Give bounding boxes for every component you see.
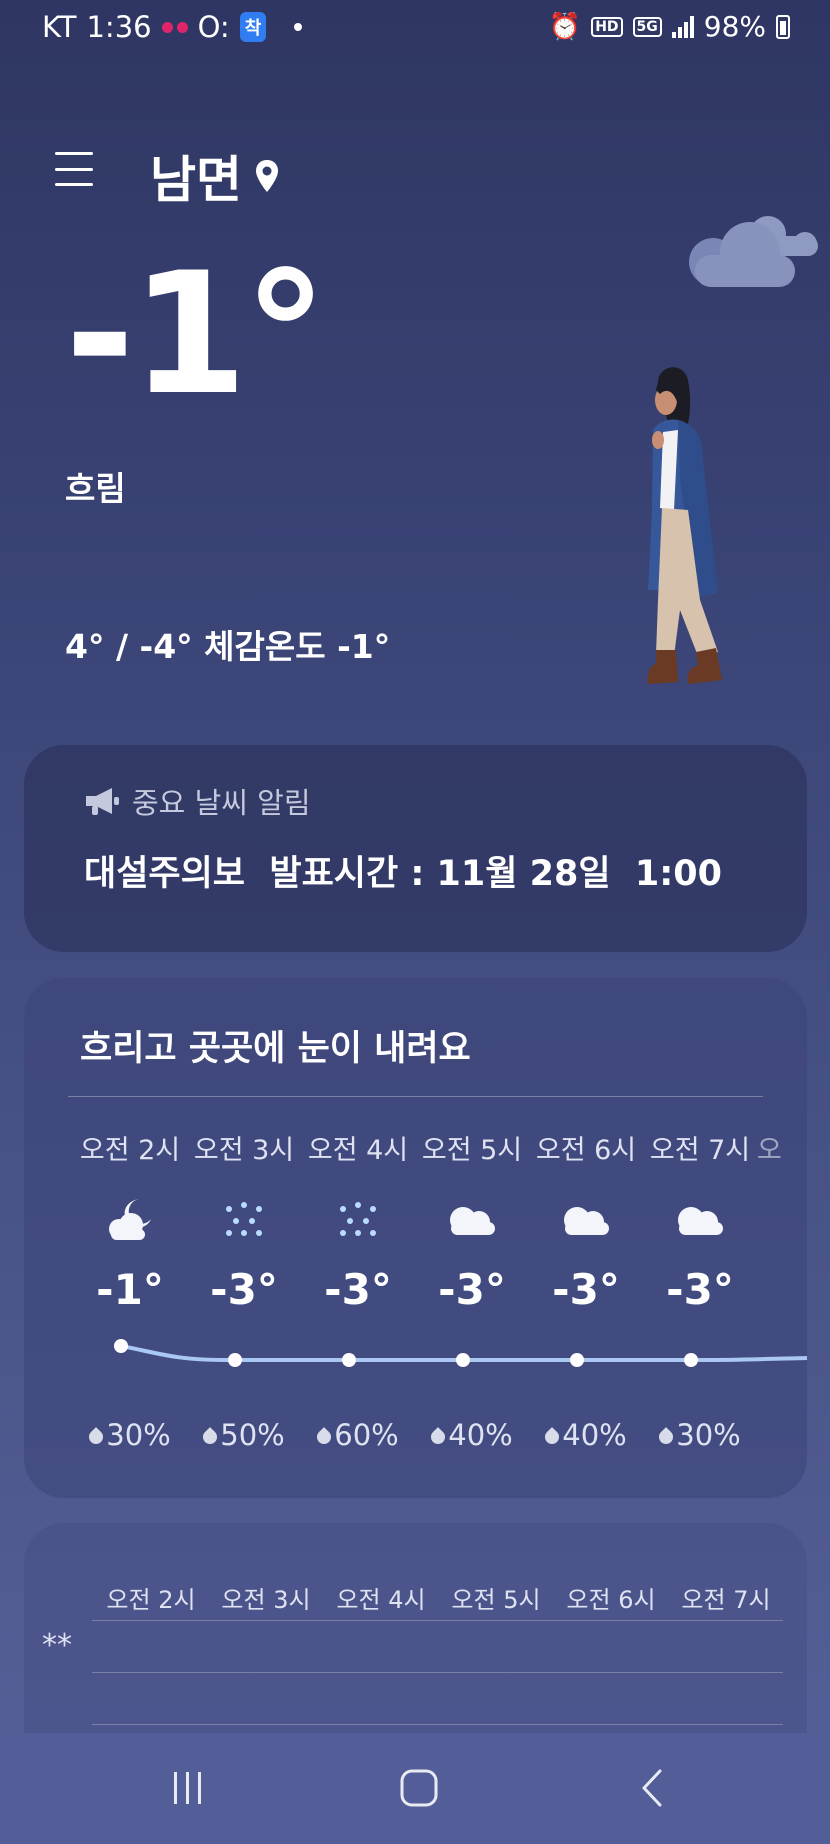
alert-heading: 중요 날씨 알림	[132, 786, 311, 820]
hour-time: 오전 7시	[649, 1135, 751, 1166]
location-title[interactable]: 남면	[150, 140, 280, 212]
precip-value: 40%	[562, 1418, 627, 1452]
chart-gridline	[92, 1620, 783, 1621]
precip-hour-label: 오전 4시	[336, 1586, 426, 1614]
talk-notification-icon: 착	[239, 12, 267, 42]
precip-chance: 40%	[529, 1418, 643, 1452]
precip-chance: 30%	[73, 1418, 187, 1452]
precip-value: 40%	[448, 1418, 513, 1452]
hour-time: 오전 4시	[307, 1135, 409, 1166]
signal-icon	[671, 15, 694, 38]
cloud-icon	[415, 1193, 529, 1245]
temp-point	[342, 1353, 356, 1367]
chart-gridline	[92, 1672, 783, 1673]
hour-time: 오전 2시	[79, 1135, 181, 1166]
hamburger-menu-icon[interactable]	[55, 152, 93, 186]
hour-time-partial: 오	[757, 1135, 782, 1166]
precip-hour-label: 오전 7시	[681, 1586, 771, 1614]
raindrop-icon	[428, 1427, 449, 1447]
weather-alert-card[interactable]: 중요 날씨 알림 대설주의보 발표시간 : 11월 28일 1:00	[24, 745, 807, 952]
status-left: KT 1:36 O: 착	[42, 10, 303, 44]
battery-percent: 98%	[703, 10, 766, 43]
hour-column: 오전 5시 -3°	[415, 1128, 529, 1314]
hour-column-partial: 오	[757, 1128, 807, 1167]
hour-temp: -3°	[666, 1265, 734, 1314]
hour-temp: -3°	[552, 1265, 620, 1314]
more-notifications-dot-icon	[294, 23, 303, 31]
megaphone-icon	[86, 788, 119, 815]
precip-chance: 30%	[643, 1418, 757, 1452]
temp-point	[228, 1353, 242, 1367]
hour-column: 오전 3시 -3°	[187, 1128, 301, 1314]
raindrop-icon	[656, 1427, 677, 1447]
carrier-label: KT	[42, 10, 77, 44]
hour-column: 오전 4시 -3°	[301, 1128, 415, 1314]
precip-value: 50%	[220, 1418, 285, 1452]
status-bar: KT 1:36 O: 착 ⏰ HD 5G 98%	[0, 0, 830, 60]
raindrop-icon	[314, 1427, 335, 1447]
hour-time: 오전 6시	[535, 1135, 637, 1166]
precip-chance: 60%	[301, 1418, 415, 1452]
person-in-coat-illustration	[611, 367, 775, 693]
alert-text: 대설주의보 발표시간 : 11월 28일 1:00	[84, 854, 722, 894]
temp-point	[456, 1353, 470, 1367]
temp-point	[684, 1353, 698, 1367]
hourly-forecast-card[interactable]: 흐리고 곳곳에 눈이 내려요 오전 2시 -1° 오전 3시 -3° 오전 4시	[24, 978, 807, 1498]
precip-value: 30%	[106, 1418, 171, 1452]
clock: 1:36	[86, 10, 152, 44]
raindrop-icon	[542, 1427, 563, 1447]
temp-point	[570, 1353, 584, 1367]
raindrop-icon	[200, 1427, 221, 1447]
location-pin-icon	[256, 160, 278, 192]
precip-chance: 40%	[415, 1418, 529, 1452]
precip-chance: 50%	[187, 1418, 301, 1452]
hour-temp: -3°	[210, 1265, 278, 1314]
cloud-icon	[643, 1193, 757, 1245]
hour-time: 오전 3시	[193, 1135, 295, 1166]
cloud-icon	[529, 1193, 643, 1245]
hour-column: 오전 6시 -3°	[529, 1128, 643, 1314]
divider	[68, 1096, 763, 1097]
temp-point	[114, 1339, 128, 1353]
back-icon[interactable]	[623, 1763, 683, 1813]
hour-time: 오전 5시	[421, 1135, 523, 1166]
snow-icon	[187, 1193, 301, 1245]
hour-temp: -3°	[438, 1265, 506, 1314]
o-notification-icon: O:	[197, 10, 230, 44]
precip-value: 60%	[334, 1418, 399, 1452]
chart-gridline	[92, 1724, 783, 1725]
precip-value: 30%	[676, 1418, 741, 1452]
hi-lo-feels-like: 4° / -4° 체감온도 -1°	[65, 627, 391, 666]
battery-icon	[776, 14, 790, 39]
current-temperature: -1°	[65, 236, 328, 432]
precip-hour-label: 오전 6시	[566, 1586, 656, 1614]
raindrop-icon	[86, 1427, 107, 1447]
snow-amount-icon: **	[42, 1628, 72, 1663]
status-right: ⏰ HD 5G 98%	[549, 10, 790, 43]
temperature-graph	[114, 1339, 807, 1367]
alarm-icon: ⏰	[548, 11, 582, 42]
cloud-illustration-icon	[689, 216, 818, 287]
location-name: 남면	[150, 151, 242, 209]
hd-voice-icon: HD	[591, 16, 623, 37]
snow-icon	[301, 1193, 415, 1245]
forecast-summary: 흐리고 곳곳에 눈이 내려요	[80, 1029, 471, 1069]
system-navigation-bar	[0, 1733, 830, 1844]
alert-heading-row: 중요 날씨 알림	[84, 780, 311, 822]
precip-hour-label: 오전 3시	[221, 1586, 311, 1614]
recent-apps-icon[interactable]	[158, 1763, 218, 1813]
moon-cloud-icon	[73, 1193, 187, 1245]
hour-column: 오전 2시 -1°	[73, 1128, 187, 1314]
home-icon[interactable]	[389, 1763, 449, 1813]
precip-hour-label: 오전 2시	[106, 1586, 196, 1614]
hour-column: 오전 7시 -3°	[643, 1128, 757, 1314]
precip-hour-label: 오전 5시	[451, 1586, 541, 1614]
hour-temp: -1°	[96, 1265, 164, 1314]
hour-temp: -3°	[324, 1265, 392, 1314]
notification-dots-icon	[161, 21, 188, 33]
network-5g-icon: 5G	[632, 16, 662, 37]
current-condition: 흐림	[65, 469, 126, 508]
